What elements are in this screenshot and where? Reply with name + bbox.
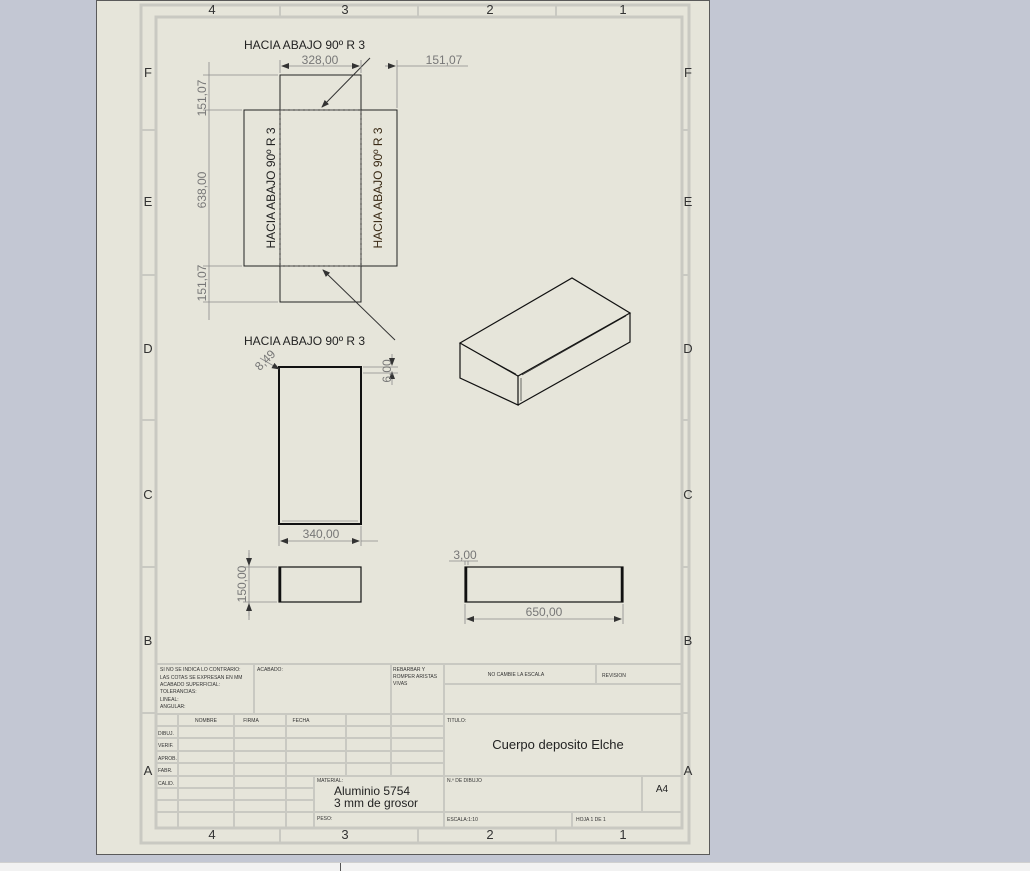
bend-note-right: HACIA ABAJO 90º R 3 — [371, 127, 385, 248]
front-view[interactable]: 340,00 8,49 6,00 — [252, 347, 398, 546]
drawing-canvas: 4 3 2 1 4 3 2 1 F E D C B A F E D C B A — [139, 2, 693, 845]
n-dibujo-label: N.º DE DIBUJO — [447, 778, 482, 784]
flat-dimension-lines — [203, 60, 468, 320]
note-line-3: ACABADO SUPERFICIAL: — [160, 682, 220, 688]
sheet-frame — [139, 3, 691, 845]
zone-row-right-c: C — [683, 487, 692, 502]
dim-front-width: 340,00 — [303, 527, 340, 541]
side-view[interactable]: 150,00 — [235, 550, 362, 620]
iso-side-face — [517, 313, 631, 406]
zone-row-right-e: E — [684, 194, 693, 209]
row-label-calid: CALID. — [158, 781, 174, 787]
iso-top-face — [458, 277, 632, 377]
dim-top-flange: 151,07 — [195, 79, 209, 116]
dim-flat-length: 638,00 — [195, 171, 209, 208]
flat-pattern-view[interactable]: HACIA ABAJO 90º R 3 328,00 151,07 151,07… — [195, 38, 468, 348]
hoja-value: HOJA 1 DE 1 — [576, 817, 606, 823]
side-outline — [278, 566, 362, 603]
flat-base — [279, 109, 362, 267]
zone-row-right-d: D — [683, 341, 692, 356]
titulo-label: TITULO: — [447, 718, 466, 724]
bend-note-left: HACIA ABAJO 90º R 3 — [264, 127, 278, 248]
iso-front-face — [459, 343, 519, 406]
drawing-title: Cuerpo deposito Elche — [492, 737, 624, 752]
row-label-verif: VERIF. — [158, 743, 174, 749]
row-label-fabr: FABR. — [158, 768, 172, 774]
zone-row-left-b: B — [144, 633, 153, 648]
zone-col-bottom-4: 4 — [208, 827, 215, 842]
zone-row-left-f: F — [144, 65, 152, 80]
dim-flat-flange: 151,07 — [426, 53, 463, 67]
zone-row-right-a: A — [684, 763, 693, 778]
zone-row-left-e: E — [144, 194, 153, 209]
col-header-firma: FIRMA — [243, 718, 259, 724]
zone-row-right-b: B — [684, 633, 693, 648]
zone-col-bottom-3: 3 — [341, 827, 348, 842]
material-line-2: 3 mm de grosor — [334, 796, 418, 810]
zone-row-right-f: F — [684, 65, 692, 80]
front-outline — [278, 366, 362, 525]
zone-row-left-c: C — [143, 487, 152, 502]
zone-col-top-2: 2 — [486, 2, 493, 17]
acabado-label: ACABADO: — [257, 667, 283, 673]
zone-col-top-4: 4 — [208, 2, 215, 17]
note-line-5: LINEAL: — [160, 697, 179, 703]
dim-bottom-thickness: 3,00 — [453, 548, 477, 562]
front-dimension-lines — [259, 354, 398, 546]
note-line-6: ANGULAR: — [160, 704, 186, 710]
title-block: SI NO SE INDICA LO CONTRARIO: LAS COTAS … — [156, 663, 682, 828]
zone-col-bottom-2: 2 — [486, 827, 493, 842]
dim-bottom-flange: 151,07 — [195, 264, 209, 301]
note-line-2: LAS COTAS SE EXPRESAN EN MM — [160, 675, 242, 681]
no-cambie-escala: NO CAMBIE LA ESCALA — [488, 672, 545, 678]
zone-col-bottom-1: 1 — [619, 827, 626, 842]
dim-bottom-length: 650,00 — [526, 605, 563, 619]
dim-flat-width: 328,00 — [302, 53, 339, 67]
escala-value: ESCALA:1:10 — [447, 817, 478, 823]
rebarbar-line-1: REBARBAR Y — [393, 667, 426, 673]
sheet-size: A4 — [656, 784, 669, 795]
rebarbar-line-2: ROMPER ARISTAS — [393, 674, 438, 680]
revision-label: REVISION — [602, 673, 626, 679]
dim-front-thickness: 6,00 — [380, 359, 394, 383]
bottom-outline — [464, 566, 624, 603]
zone-ticks — [141, 5, 689, 843]
row-label-dibuj: DIBUJ. — [158, 731, 174, 737]
peso-label: PESO: — [317, 816, 332, 822]
zone-labels: 4 3 2 1 4 3 2 1 F E D C B A F E D C B A — [143, 2, 692, 842]
bend-note-bottom: HACIA ABAJO 90º R 3 — [244, 334, 365, 348]
note-line-1: SI NO SE INDICA LO CONTRARIO: — [160, 667, 241, 673]
zone-row-left-a: A — [144, 763, 153, 778]
rebarbar-line-3: VIVAS — [393, 681, 408, 687]
dim-front-chamfer: 8,49 — [252, 347, 279, 374]
isometric-view[interactable] — [458, 277, 632, 406]
bend-note-top: HACIA ABAJO 90º R 3 — [244, 38, 365, 52]
dim-side-height: 150,00 — [235, 565, 249, 602]
zone-col-top-3: 3 — [341, 2, 348, 17]
zone-col-top-1: 1 — [619, 2, 626, 17]
bottom-view[interactable]: 650,00 3,00 — [449, 548, 624, 624]
col-header-fecha: FECHA — [293, 718, 311, 724]
row-label-aprob: APROB. — [158, 756, 177, 762]
bend-lines — [279, 109, 362, 267]
note-line-4: TOLERANCIAS: — [160, 689, 197, 695]
col-header-nombre: NOMBRE — [195, 718, 218, 724]
zone-row-left-d: D — [143, 341, 152, 356]
flat-bottom-flange — [279, 265, 362, 303]
